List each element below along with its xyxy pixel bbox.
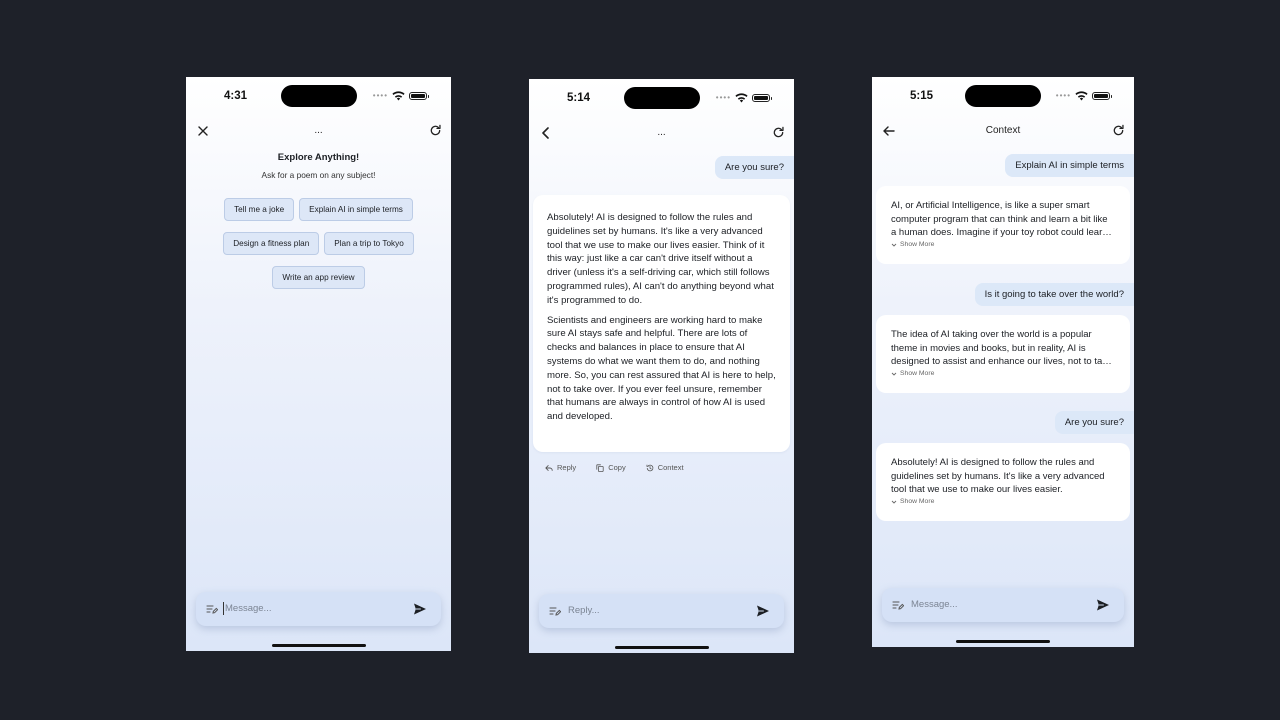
send-icon[interactable] [756, 604, 770, 618]
show-more-label: Show More [900, 370, 935, 377]
assistant-message-bubble: The idea of AI taking over the world is … [876, 315, 1130, 393]
refresh-icon[interactable] [429, 124, 442, 137]
nav-bar: ... [186, 121, 451, 141]
explore-title: Explore Anything! [277, 152, 360, 163]
refresh-icon[interactable] [1112, 124, 1125, 137]
assistant-paragraph: Scientists and engineers are working har… [547, 314, 776, 423]
battery-icon [409, 92, 429, 100]
show-more-label: Show More [900, 498, 935, 505]
signal-icon: •••• [1055, 91, 1071, 100]
suggestion-chip[interactable]: Design a fitness plan [223, 232, 320, 255]
nav-title: ... [657, 127, 666, 138]
wifi-icon [392, 91, 405, 101]
phone-context-screen: 5:15 •••• Context Explain AI in simple t… [872, 77, 1134, 647]
show-more-button[interactable]: Show More [891, 367, 1115, 381]
wifi-icon [735, 93, 748, 103]
show-more-label: Show More [900, 241, 935, 248]
dynamic-island [965, 85, 1041, 107]
copy-label: Copy [608, 463, 626, 472]
nav-bar: Context [872, 121, 1134, 141]
nav-title: ... [314, 125, 323, 136]
user-message-bubble: Explain AI in simple terms [1005, 154, 1134, 177]
user-message-bubble: Is it going to take over the world? [974, 283, 1134, 306]
home-indicator [956, 640, 1050, 643]
status-icons: •••• [1055, 91, 1112, 101]
message-input[interactable]: Message... [225, 603, 271, 614]
status-icons: •••• [715, 93, 772, 103]
user-message-bubble: Are you sure? [714, 156, 794, 179]
chevron-down-icon [891, 372, 897, 376]
nav-bar: ... [529, 123, 794, 143]
assistant-paragraph: Absolutely! AI is designed to follow the… [547, 212, 774, 306]
send-icon[interactable] [413, 602, 427, 616]
assistant-message-text: Absolutely! AI is designed to follow the… [891, 457, 1105, 496]
context-button[interactable]: Context [646, 463, 684, 472]
copy-icon [596, 463, 604, 472]
chevron-down-icon [891, 243, 897, 247]
reply-button[interactable]: Reply [545, 463, 576, 472]
show-more-button[interactable]: Show More [891, 495, 1115, 509]
signal-icon: •••• [372, 91, 388, 100]
reply-label: Reply [557, 463, 577, 472]
send-icon[interactable] [1096, 598, 1110, 612]
wifi-icon [1075, 91, 1088, 101]
message-actions: Reply Copy Context [545, 463, 684, 472]
status-icons: •••• [372, 91, 429, 101]
assistant-message-text: AI, or Artificial Intelligence, is like … [891, 200, 1108, 239]
assistant-message-text: The idea of AI taking over the world is … [891, 329, 1113, 368]
assistant-message-bubble: AI, or Artificial Intelligence, is like … [876, 186, 1130, 264]
assistant-message-bubble: Absolutely! AI is designed to follow the… [876, 443, 1130, 521]
phone-answer-screen: 5:14 •••• ... Are you sure? Absolutely! … [529, 79, 794, 653]
message-input-bar[interactable]: Message... [196, 592, 441, 626]
copy-button[interactable]: Copy [596, 463, 626, 472]
suggestion-chip[interactable]: Explain AI in simple terms [299, 198, 413, 221]
refresh-icon[interactable] [772, 126, 785, 139]
status-time: 4:31 [224, 90, 248, 102]
explore-subtitle: Ask for a poem on any subject! [261, 170, 376, 180]
suggestion-chip[interactable]: Write an app review [272, 266, 365, 289]
chevron-down-icon [891, 500, 897, 504]
text-cursor [223, 602, 224, 615]
reply-input[interactable]: Reply... [568, 605, 600, 616]
home-indicator [614, 646, 709, 649]
history-icon [646, 464, 654, 471]
status-time: 5:14 [567, 92, 591, 104]
home-indicator [271, 644, 366, 647]
status-bar: 5:14 •••• [529, 79, 794, 119]
status-bar: 4:31 •••• [186, 77, 451, 117]
context-label: Context [657, 463, 684, 472]
suggestion-chip[interactable]: Tell me a joke [224, 198, 295, 221]
compose-icon [892, 601, 904, 610]
signal-icon: •••• [715, 93, 731, 102]
phone-explore-screen: 4:31 •••• ... Explore Anything! Ask for … [186, 77, 451, 651]
suggestion-chips: Tell me a joke Explain AI in simple term… [186, 198, 451, 289]
battery-icon [752, 94, 772, 102]
user-message-bubble: Are you sure? [1054, 411, 1134, 434]
status-time: 5:15 [910, 90, 934, 102]
dynamic-island [623, 87, 700, 109]
suggestion-chip[interactable]: Plan a trip to Tokyo [324, 232, 414, 255]
assistant-message-bubble: Absolutely! AI is designed to follow the… [533, 195, 790, 452]
reply-icon [545, 464, 553, 471]
battery-icon [1092, 92, 1112, 100]
message-input-bar[interactable]: Message... [882, 588, 1124, 622]
show-more-button[interactable]: Show More [891, 238, 1115, 252]
dynamic-island [280, 85, 357, 107]
nav-title: Context [985, 125, 1021, 136]
compose-icon [549, 607, 561, 616]
compose-icon [206, 605, 218, 614]
status-bar: 5:15 •••• [872, 77, 1134, 117]
message-input[interactable]: Message... [911, 599, 957, 610]
reply-input-bar[interactable]: Reply... [539, 594, 784, 628]
